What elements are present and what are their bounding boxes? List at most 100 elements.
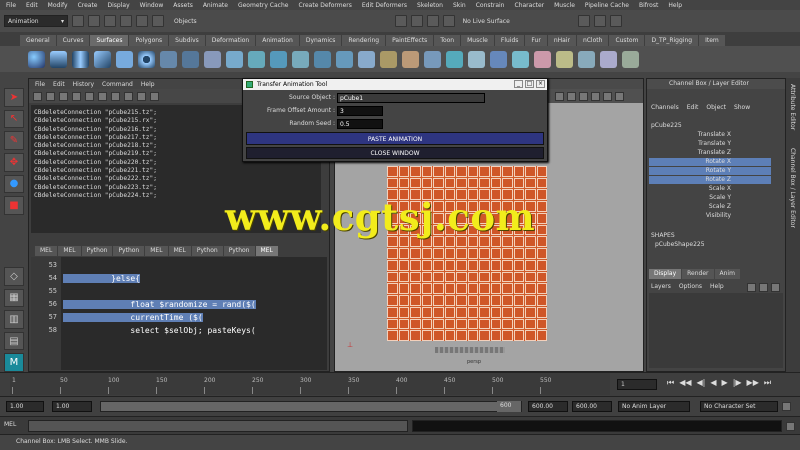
rebuild-icon[interactable] [600,50,617,68]
shelf-tab[interactable]: PaintEffects [386,35,434,46]
shelf-tab[interactable]: Fluids [494,35,525,46]
select-object-icon[interactable] [136,15,148,27]
select-component-icon[interactable] [152,15,164,27]
shelf-tab[interactable]: Polygons [129,35,169,46]
xray-icon[interactable] [603,91,612,101]
playback-button[interactable]: ▶ [722,378,728,388]
script-input-area[interactable]: 53 54 55 56 57 58 }else{ float $randomize = r… [31,257,327,370]
save-scene-icon[interactable] [104,15,116,27]
nurbs-sphere-icon[interactable] [28,50,45,68]
menu-item[interactable]: Modify [48,2,68,9]
key-icon[interactable] [782,402,791,411]
playback-button[interactable]: |▶ [733,378,742,388]
channel-attribute[interactable]: Translate X [649,131,771,139]
close-icon[interactable]: × [536,80,545,88]
bevel-icon[interactable] [358,50,375,68]
open-scene-icon[interactable] [88,15,100,27]
playback-button[interactable]: ◀| [697,378,706,388]
project-curve-icon[interactable] [380,50,397,68]
shelf-tab[interactable]: Subdivs [169,35,205,46]
playback-button[interactable]: ◀◀ [679,378,691,388]
layer-menu-item[interactable]: Help [710,283,724,290]
current-frame-field[interactable]: 1 [617,379,657,390]
clear-all-icon[interactable] [85,91,94,101]
range-end-field[interactable]: 600.00 [528,401,568,412]
menu-item[interactable]: Animate [203,2,228,9]
clear-input-icon[interactable] [72,91,81,101]
time-slider-track[interactable]: 1 50 100 150 200 250 300 350 400 450 500 550 [10,373,610,395]
layer-options-icon[interactable] [771,283,780,292]
birail-icon[interactable] [292,50,309,68]
shelf-tab[interactable]: Toon [434,35,461,46]
layer-menu-item[interactable]: Options [679,283,702,290]
dialog-titlebar[interactable]: Transfer Animation Tool _ □ × [243,79,547,90]
snap-grid-icon[interactable] [394,15,407,27]
shelf-tab[interactable]: D_TP_Rigging [645,35,699,46]
character-set-dropdown[interactable]: No Character Set [700,401,778,412]
boundary-icon[interactable] [314,50,331,68]
loft-icon[interactable] [226,50,243,68]
detach-icon[interactable] [490,50,507,68]
playback-button[interactable]: ⏭ [764,378,771,388]
channel-attribute[interactable]: Rotate Z [649,176,771,184]
layer-tab[interactable]: Anim [714,269,740,279]
menu-item[interactable]: Pipeline Cache [585,2,629,9]
menu-item[interactable]: File [6,2,16,9]
range-start-field[interactable]: 1.00 [52,401,92,412]
move-tool-icon[interactable]: ✥ [4,152,24,172]
render-settings-icon[interactable] [609,15,622,27]
random-seed-field[interactable]: 0.5 [337,119,383,129]
show-line-numbers-icon[interactable] [111,91,120,101]
planar-icon[interactable] [248,50,265,68]
script-tab[interactable]: Python [223,246,255,256]
align-icon[interactable] [512,50,529,68]
script-editor-menu-item[interactable]: Command [102,81,133,88]
playback-button[interactable]: ◀ [710,378,716,388]
new-layer-selected-icon[interactable] [759,283,768,292]
shelf-tab[interactable]: Surfaces [90,35,129,46]
layout-single-icon[interactable]: ◇ [4,266,24,286]
textured-icon[interactable] [579,91,588,101]
command-language-label[interactable]: MEL [4,421,16,428]
shelf-tab[interactable]: Dynamics [299,35,342,46]
channel-attribute[interactable]: Rotate X [649,158,771,166]
square-surface-icon[interactable] [336,50,353,68]
intersect-icon[interactable] [402,50,419,68]
script-editor-menu-item[interactable]: Help [141,81,155,88]
nurbs-circle-icon[interactable] [160,50,177,68]
execute-all-icon[interactable] [124,91,133,101]
save-script-icon[interactable] [46,91,55,101]
channel-attribute[interactable]: Scale X [649,185,771,193]
nurbs-plane-icon[interactable] [116,50,133,68]
script-tab[interactable]: MEL [255,246,278,256]
nurbs-torus-icon[interactable] [138,50,155,68]
menu-item[interactable]: Window [140,2,164,9]
script-editor-icon[interactable] [786,422,795,431]
cube-grid-mesh[interactable] [387,166,547,341]
attribute-editor-tab[interactable]: Attribute Editor [789,84,796,130]
snap-curve-icon[interactable] [410,15,423,27]
range-slider-bar[interactable] [100,401,522,412]
wireframe-icon[interactable] [555,91,564,101]
minimize-button[interactable]: _ [514,80,523,88]
script-tab[interactable]: MEL [145,246,168,256]
source-object-field[interactable]: pCube1 [337,93,485,103]
maximize-button[interactable]: □ [525,80,534,88]
shelf-tab[interactable]: Custom [609,35,645,46]
script-tab[interactable]: MEL [168,246,191,256]
menu-item[interactable]: Geometry Cache [238,2,288,9]
insert-isoparm-icon[interactable] [534,50,551,68]
layout-two-icon[interactable]: ▥ [4,310,24,329]
nurbs-square-icon[interactable] [182,50,199,68]
menu-item[interactable]: Muscle [554,2,575,9]
shelf-tab[interactable]: Curves [56,35,90,46]
nurbs-cylinder-icon[interactable] [72,50,89,68]
channel-attribute[interactable]: Visibility [649,212,771,220]
new-layer-icon[interactable] [747,283,756,292]
menu-item[interactable]: Assets [173,2,193,9]
channel-attribute[interactable]: Translate Y [649,140,771,148]
shelf-tab[interactable]: Muscle [461,35,494,46]
shape-node-name[interactable]: pCubeShape225 [655,241,705,248]
layout-outliner-icon[interactable]: ▤ [4,331,24,351]
extend-icon[interactable] [556,50,573,68]
